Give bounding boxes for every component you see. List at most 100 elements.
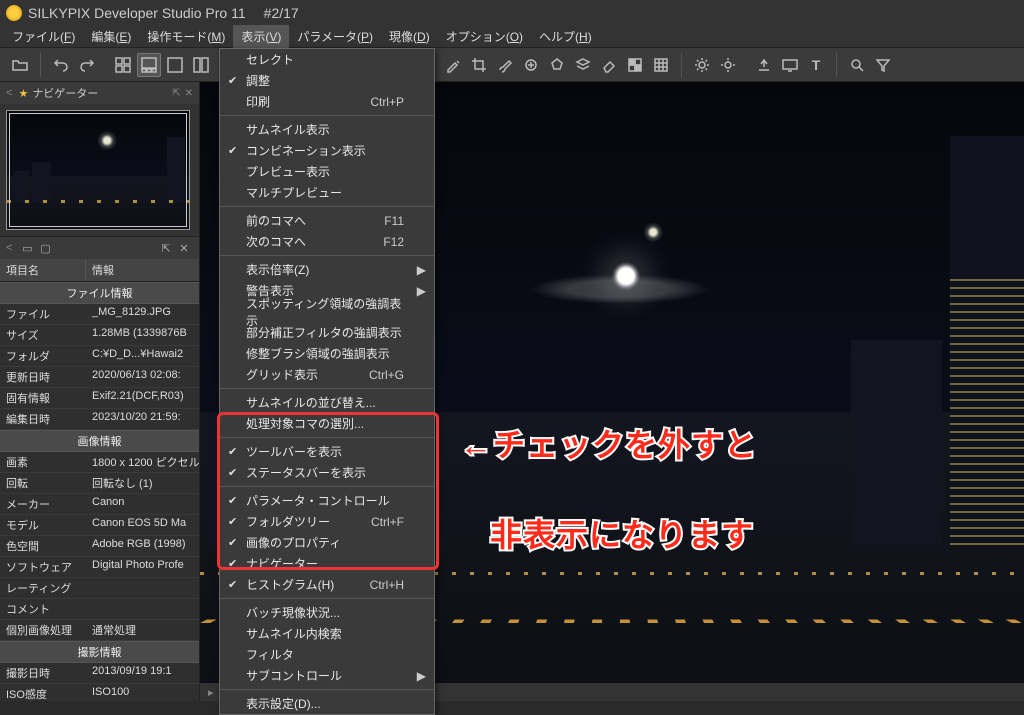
menu-item[interactable]: 修整ブラシ領域の強調表示 [220, 343, 434, 364]
eraser-icon[interactable] [597, 53, 621, 77]
view-thumbs-icon[interactable] [111, 53, 135, 77]
menu-item[interactable]: マルチプレビュー [220, 182, 434, 203]
left-sidebar: < ★ ナビゲーター ⇱ ✕ < ▭ ▢ [0, 82, 200, 701]
polygon-icon[interactable] [545, 53, 569, 77]
nav-pin-icon[interactable]: ⇱ [172, 88, 180, 99]
menu-item[interactable]: サムネイル表示 [220, 119, 434, 140]
menu-item[interactable]: サムネイル内検索 [220, 623, 434, 644]
menu-item[interactable]: プレビュー表示 [220, 161, 434, 182]
menu-e[interactable]: 編集(E) [83, 25, 139, 48]
menu-item[interactable]: 前のコマへF11 [220, 210, 434, 231]
rotate-left-icon[interactable] [49, 53, 73, 77]
prop-row: 固有情報Exif2.21(DCF,R03) [0, 388, 199, 409]
menu-item[interactable]: ✔調整 [220, 70, 434, 91]
menubar: ファイル(F)編集(E)操作モード(M)表示(V)パラメータ(P)現像(D)オプ… [0, 26, 1024, 48]
prop-section: ファイル情報 [0, 282, 199, 304]
view-combination-icon[interactable] [137, 53, 161, 77]
prop-row: 編集日時2023/10/20 21:59: [0, 409, 199, 430]
crop-icon[interactable] [467, 53, 491, 77]
menu-item[interactable]: 処理対象コマの選別... [220, 413, 434, 434]
prop-row: 画素1800 x 1200 ピクセル [0, 452, 199, 473]
view-multi-icon[interactable] [189, 53, 213, 77]
menu-item[interactable]: 部分補正フィルタの強調表示 [220, 322, 434, 343]
status-arrow-icon[interactable]: ▸ [208, 686, 214, 699]
menu-item[interactable]: 次のコマへF12 [220, 231, 434, 252]
menu-item[interactable]: 表示倍率(Z)▶ [220, 259, 434, 280]
menu-h[interactable]: ヘルプ(H) [531, 25, 600, 48]
prop-row: 撮影日時2013/09/19 19:1 [0, 663, 199, 684]
menu-item[interactable]: バッチ現像状況... [220, 602, 434, 623]
gear-right-icon[interactable] [716, 53, 740, 77]
menu-f[interactable]: ファイル(F) [4, 25, 83, 48]
prop-row: 個別画像処理通常処理 [0, 620, 199, 641]
view-preview-icon[interactable] [163, 53, 187, 77]
menu-item[interactable]: ✔ステータスバーを表示 [220, 462, 434, 483]
property-panel[interactable]: 項目名 情報 ファイル情報ファイル_MG_8129.JPGサイズ1.28MB (… [0, 259, 199, 701]
prop-row: 回転回転なし (1) [0, 473, 199, 494]
menu-item[interactable]: セレクト [220, 49, 434, 70]
view-menu-dropdown[interactable]: セレクト✔調整印刷Ctrl+P サムネイル表示✔コンビネーション表示プレビュー表示… [219, 48, 435, 715]
nav-close-icon[interactable]: ✕ [185, 88, 193, 99]
col-name: 項目名 [0, 259, 86, 281]
prop-row: 更新日時2020/06/13 02:08: [0, 367, 199, 388]
folder-open-icon[interactable] [8, 53, 32, 77]
menu-item[interactable]: ✔フォルダツリーCtrl+F [220, 511, 434, 532]
chevron-left-icon[interactable]: < [6, 242, 12, 254]
col-info: 情報 [86, 259, 199, 281]
menu-item[interactable]: スポッティング領域の強調表示 [220, 301, 434, 322]
navigator-thumbnail[interactable] [6, 110, 190, 230]
prop-row: ファイル_MG_8129.JPG [0, 304, 199, 325]
menu-item[interactable]: サムネイルの並び替え... [220, 392, 434, 413]
export-icon[interactable] [752, 53, 776, 77]
menu-item[interactable]: 印刷Ctrl+P [220, 91, 434, 112]
menu-m[interactable]: 操作モード(M) [139, 25, 233, 48]
prop-section: 画像情報 [0, 430, 199, 452]
menu-item[interactable]: ✔ナビゲーター [220, 553, 434, 574]
grid-icon[interactable] [649, 53, 673, 77]
menu-item[interactable]: 表示設定(D)... [220, 693, 434, 714]
filter-icon[interactable] [871, 53, 895, 77]
menu-d[interactable]: 現像(D) [381, 25, 438, 48]
clipboard-icon[interactable]: ▭ [18, 239, 36, 257]
menu-item[interactable]: ✔コンビネーション表示 [220, 140, 434, 161]
property-toolbar: < ▭ ▢ ⇱ ✕ [0, 237, 199, 259]
rotate-right-icon[interactable] [75, 53, 99, 77]
heal-icon[interactable] [519, 53, 543, 77]
menu-item[interactable]: グリッド表示Ctrl+G [220, 364, 434, 385]
prop-row: ISO感度ISO100 [0, 684, 199, 701]
checker-icon[interactable] [623, 53, 647, 77]
star-icon: ★ [18, 87, 28, 100]
prop-row: コメント [0, 599, 199, 620]
annotation-line2: 非表示になります [490, 510, 754, 556]
gear-left-icon[interactable] [690, 53, 714, 77]
navigator-title: ナビゲーター [32, 85, 98, 101]
t-icon[interactable]: T [804, 53, 828, 77]
screen-icon[interactable] [778, 53, 802, 77]
prop-pin-icon[interactable]: ⇱ [157, 239, 175, 257]
annotation-line1: ←チェックを外すと [460, 420, 757, 466]
layers-icon[interactable] [571, 53, 595, 77]
navigator-header: < ★ ナビゲーター ⇱ ✕ [0, 82, 199, 104]
menu-item[interactable]: フィルタ [220, 644, 434, 665]
search-icon[interactable] [845, 53, 869, 77]
titlebar: SILKYPIX Developer Studio Pro 11 #2/17 [0, 0, 1024, 26]
prop-row: サイズ1.28MB (1339876B [0, 325, 199, 346]
menu-item[interactable]: ✔パラメータ・コントロール [220, 490, 434, 511]
menu-v[interactable]: 表示(V) [233, 25, 289, 48]
prop-row: フォルダC:¥D_D...¥Hawai2 [0, 346, 199, 367]
menu-o[interactable]: オプション(O) [438, 25, 531, 48]
comment-icon[interactable]: ▢ [36, 239, 54, 257]
prop-row: 色空間Adobe RGB (1998) [0, 536, 199, 557]
app-title: SILKYPIX Developer Studio Pro 11 [28, 5, 246, 21]
menu-item[interactable]: ✔ヒストグラム(H)Ctrl+H [220, 574, 434, 595]
eyedropper-icon[interactable] [441, 53, 465, 77]
prop-row: モデルCanon EOS 5D Ma [0, 515, 199, 536]
menu-item[interactable]: サブコントロール▶ [220, 665, 434, 686]
menu-item[interactable]: ✔画像のプロパティ [220, 532, 434, 553]
prop-row: メーカーCanon [0, 494, 199, 515]
prop-close-icon[interactable]: ✕ [175, 239, 193, 257]
menu-item[interactable]: ✔ツールバーを表示 [220, 441, 434, 462]
brush-icon[interactable] [493, 53, 517, 77]
chevron-left-icon[interactable]: < [6, 87, 12, 99]
menu-p[interactable]: パラメータ(P) [289, 25, 381, 48]
